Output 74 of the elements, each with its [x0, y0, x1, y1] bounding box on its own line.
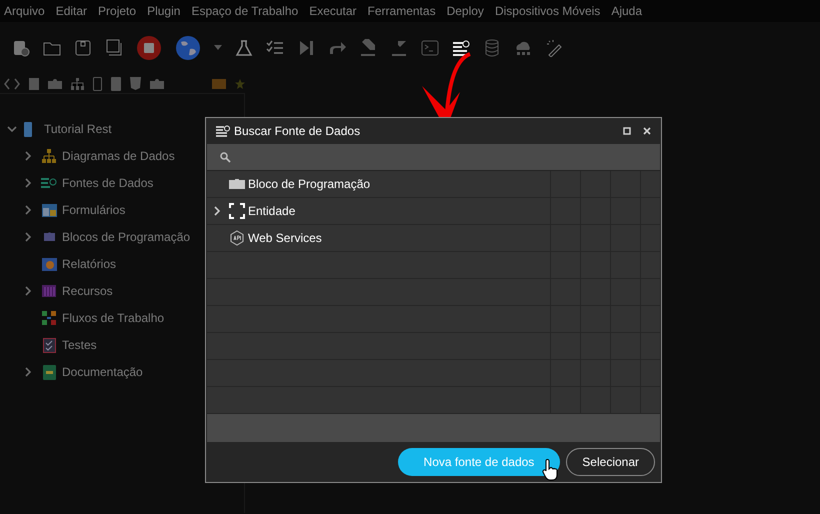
save-icon[interactable]	[74, 39, 92, 57]
brackets-icon	[228, 203, 244, 219]
terminal-icon[interactable]	[421, 39, 439, 57]
tree-item[interactable]: Tutorial Rest	[44, 120, 112, 138]
checklist-icon	[42, 338, 56, 352]
code-icon[interactable]	[4, 78, 20, 90]
globe-icon[interactable]	[175, 35, 201, 61]
chevron-right-icon[interactable]	[212, 206, 222, 216]
menu-item[interactable]: Editar	[56, 2, 88, 20]
chevron-down-icon[interactable]	[7, 124, 17, 134]
chevron-right-icon[interactable]	[23, 178, 33, 188]
star-icon[interactable]	[235, 78, 245, 88]
workflow-icon	[42, 311, 56, 325]
menu-item[interactable]: Ferramentas	[368, 2, 436, 20]
redo-icon[interactable]	[328, 39, 346, 57]
tree-item[interactable]: Relatórios	[62, 255, 116, 273]
menu-item[interactable]: Plugin	[147, 2, 180, 20]
api-icon	[228, 230, 244, 246]
checklist-icon[interactable]	[266, 39, 284, 57]
cloud-icon[interactable]	[514, 39, 532, 57]
dropdown-caret-icon[interactable]	[214, 45, 222, 51]
book-icon	[42, 364, 56, 380]
menu-item[interactable]: Dispositivos Móveis	[494, 2, 600, 20]
skip-icon[interactable]	[297, 39, 315, 57]
list-row[interactable]: Bloco de Programação	[248, 175, 370, 193]
list-row[interactable]: Web Services	[248, 229, 322, 247]
chevron-right-icon[interactable]	[23, 286, 33, 296]
chevron-right-icon[interactable]	[23, 205, 33, 215]
list-search-icon[interactable]	[452, 39, 470, 57]
tree-item[interactable]: Fluxos de Trabalho	[62, 309, 164, 327]
tree-item[interactable]: Fontes de Dados	[62, 174, 154, 192]
database-icon[interactable]	[483, 39, 501, 57]
tree-item[interactable]: Recursos	[62, 282, 113, 300]
puzzle-icon[interactable]	[48, 78, 62, 88]
search-icon	[220, 152, 231, 162]
save-all-icon[interactable]	[105, 39, 123, 57]
resources-icon	[42, 285, 56, 297]
hierarchy-icon[interactable]	[71, 78, 84, 90]
html5-icon[interactable]	[130, 77, 141, 90]
chevron-right-icon[interactable]	[23, 232, 33, 242]
puzzle-icon	[228, 179, 244, 189]
close-icon[interactable]	[643, 127, 651, 135]
chevron-right-icon[interactable]	[23, 367, 33, 377]
wand-icon[interactable]	[545, 39, 563, 57]
list-search-icon	[216, 124, 231, 138]
menu-item[interactable]: Arquivo	[4, 2, 45, 20]
tree-item[interactable]: Documentação	[62, 363, 143, 381]
form-icon	[42, 204, 56, 216]
maximize-icon[interactable]	[623, 127, 631, 135]
menu-item[interactable]: Ajuda	[611, 2, 642, 20]
puzzle-icon[interactable]	[150, 78, 164, 88]
menu-item[interactable]: Executar	[309, 2, 357, 20]
tree-item[interactable]: Testes	[62, 336, 97, 354]
list-search-icon	[41, 177, 57, 189]
tree-item[interactable]: Blocos de Programação	[62, 228, 190, 246]
secondary-button[interactable]: Selecionar	[566, 448, 655, 476]
flask-icon[interactable]	[235, 39, 253, 57]
phone-icon[interactable]	[93, 76, 102, 90]
stop-icon[interactable]	[136, 35, 162, 61]
puzzle-icon	[42, 231, 56, 243]
hand-cursor-icon	[542, 459, 558, 481]
tree-item[interactable]: Formulários	[62, 201, 126, 219]
phone-icon	[24, 122, 32, 136]
search-field[interactable]	[207, 144, 660, 170]
tree-item[interactable]: Diagramas de Dados	[62, 147, 175, 165]
list-row[interactable]: Entidade	[248, 202, 296, 220]
dialog-title: Buscar Fonte de Dados	[234, 123, 360, 140]
report-icon	[42, 258, 56, 270]
chevron-right-icon[interactable]	[23, 151, 33, 161]
hierarchy-icon	[42, 149, 56, 163]
menu-item[interactable]: Espaço de Trabalho	[191, 2, 298, 20]
new-file-icon[interactable]	[12, 39, 30, 57]
menu-item[interactable]: Deploy	[446, 2, 484, 20]
menu-item[interactable]: Projeto	[98, 2, 136, 20]
